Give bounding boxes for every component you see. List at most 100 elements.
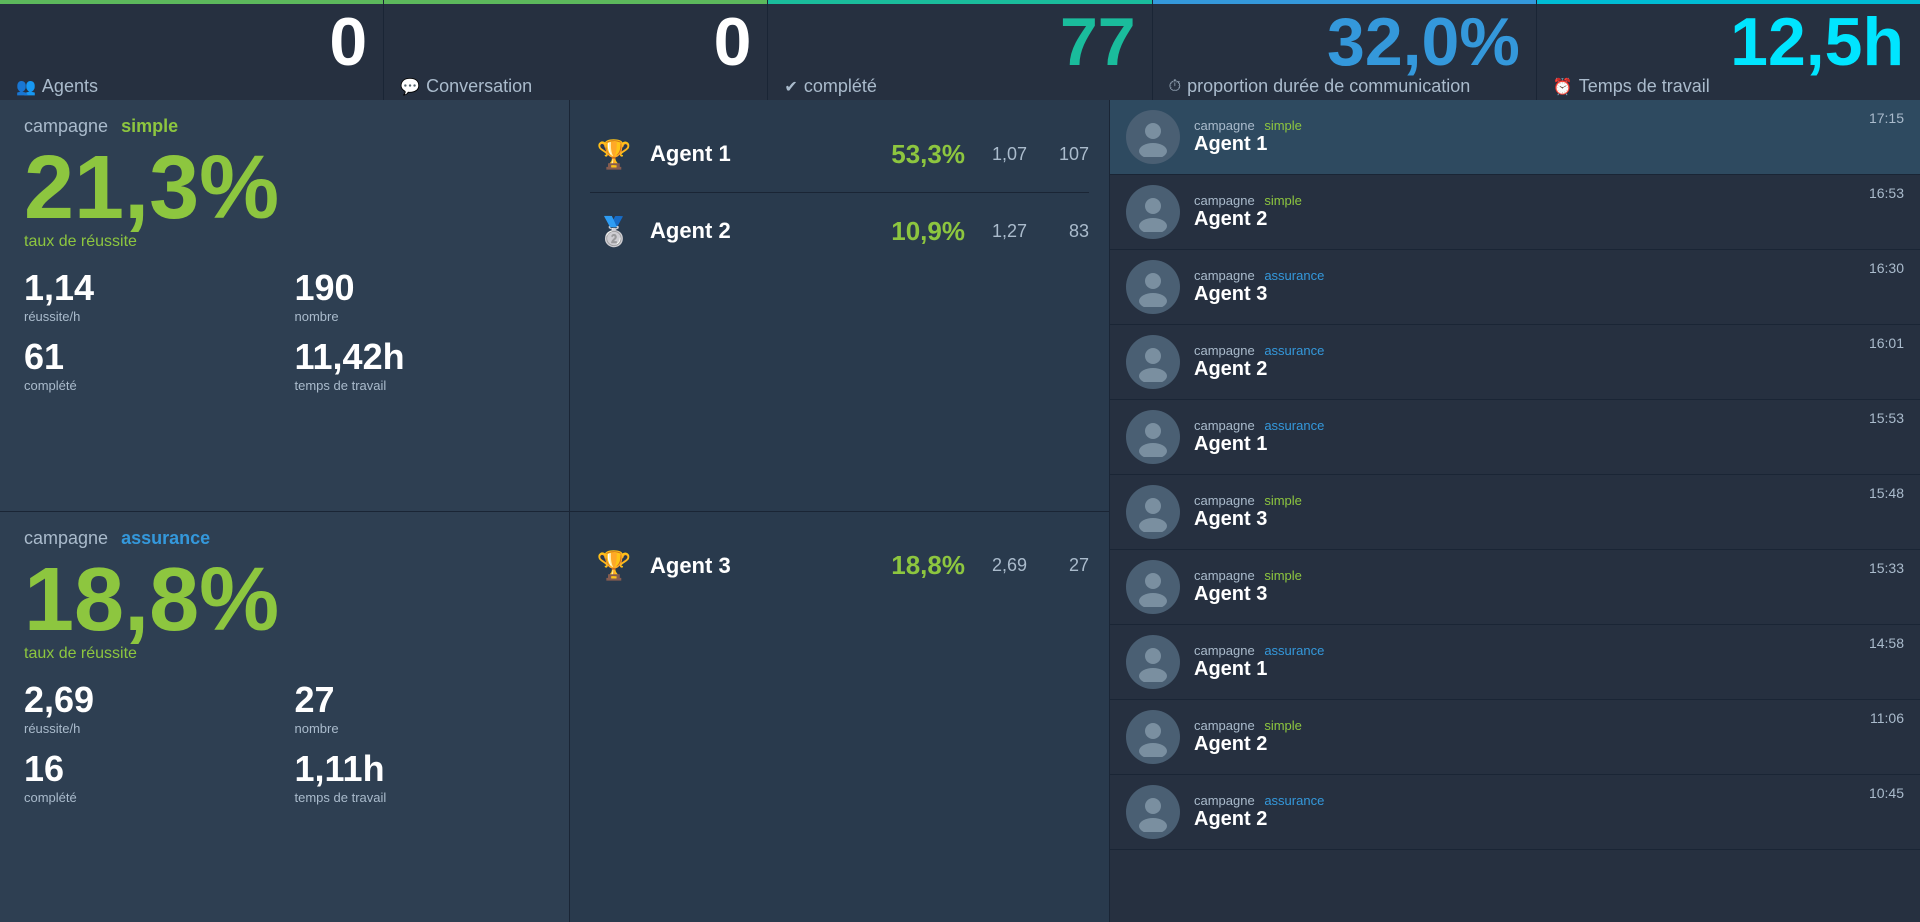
agent-row-simple-0: 🏆 Agent 1 53,3% 1,07 107 xyxy=(590,116,1089,193)
agent-stat1-simple-1: 1,27 xyxy=(977,221,1027,242)
avatar-svg-5 xyxy=(1133,492,1173,532)
header-cell-temps: 12,5h ⏰ Temps de travail xyxy=(1537,0,1920,100)
activity-item[interactable]: campagne assurance Agent 2 16:01 xyxy=(1110,325,1920,400)
activity-item[interactable]: campagne simple Agent 1 17:15 xyxy=(1110,100,1920,175)
campaign-stats-simple: 1,14 réussite/h 190 nombre 61 complété 1… xyxy=(24,267,545,393)
agent-pct-simple-0: 53,3% xyxy=(875,139,965,170)
activity-time-8: 11:06 xyxy=(1870,710,1904,726)
header-value-complete: 77 xyxy=(784,8,1135,76)
header-label-temps: ⏰ Temps de travail xyxy=(1553,76,1904,97)
activity-item[interactable]: campagne simple Agent 2 11:06 xyxy=(1110,700,1920,775)
header-cell-agents: 0 👥 Agents xyxy=(0,0,384,100)
agent-row-simple-1: 🥈 Agent 2 10,9% 1,27 83 xyxy=(590,193,1089,269)
header-icon-complete: ✔ xyxy=(784,77,797,97)
stat-label-assurance-0: réussite/h xyxy=(24,721,275,736)
avatar-7 xyxy=(1126,635,1180,689)
activity-item[interactable]: campagne assurance Agent 2 10:45 xyxy=(1110,775,1920,850)
activity-campaign-tag-8: simple xyxy=(1264,718,1302,733)
header-label-agents: 👥 Agents xyxy=(16,76,367,97)
stat-item-simple-0: 1,14 réussite/h xyxy=(24,267,275,324)
activity-item[interactable]: campagne assurance Agent 1 15:53 xyxy=(1110,400,1920,475)
activity-time-6: 15:33 xyxy=(1869,560,1904,576)
activity-info-4: campagne assurance Agent 1 xyxy=(1194,418,1904,456)
activity-info-3: campagne assurance Agent 2 xyxy=(1194,343,1904,381)
stat-item-assurance-1: 27 nombre xyxy=(295,679,546,736)
stat-value-simple-3: 11,42h xyxy=(295,336,546,378)
activity-item[interactable]: campagne simple Agent 3 15:48 xyxy=(1110,475,1920,550)
activity-agent-name-4: Agent 1 xyxy=(1194,433,1904,456)
header-icon-conversation: 💬 xyxy=(400,77,420,97)
bar-indicator-conversation xyxy=(384,0,767,4)
activity-campaign-tag-2: assurance xyxy=(1264,268,1324,283)
campaign-taux-label-simple: taux de réussite xyxy=(24,233,545,251)
bar-indicator-proportion xyxy=(1153,0,1536,4)
campaign-big-percent-simple: 21,3% xyxy=(24,143,545,233)
agent-stat2-simple-0: 107 xyxy=(1039,144,1089,165)
trophy-simple-0: 🏆 xyxy=(590,130,638,178)
activity-info-1: campagne simple Agent 2 xyxy=(1194,193,1904,231)
activity-campaign-4: campagne assurance xyxy=(1194,418,1904,433)
activity-item[interactable]: campagne assurance Agent 1 14:58 xyxy=(1110,625,1920,700)
activity-campaign-8: campagne simple xyxy=(1194,718,1904,733)
agents-panel: 🏆 Agent 1 53,3% 1,07 107 🥈 Agent 2 10,9%… xyxy=(570,100,1110,922)
activity-campaign-tag-7: assurance xyxy=(1264,643,1324,658)
activity-item[interactable]: campagne simple Agent 3 15:33 xyxy=(1110,550,1920,625)
agent-name-simple-0: Agent 1 xyxy=(650,141,863,167)
avatar-svg-4 xyxy=(1133,417,1173,457)
activity-item[interactable]: campagne simple Agent 2 16:53 xyxy=(1110,175,1920,250)
activity-agent-name-3: Agent 2 xyxy=(1194,358,1904,381)
trophy-simple-1: 🥈 xyxy=(590,207,638,255)
stat-item-simple-3: 11,42h temps de travail xyxy=(295,336,546,393)
activity-campaign-tag-1: simple xyxy=(1264,193,1302,208)
header-value-conversation: 0 xyxy=(400,8,751,76)
activity-time-9: 10:45 xyxy=(1869,785,1904,801)
stat-label-simple-0: réussite/h xyxy=(24,309,275,324)
activity-campaign-tag-4: assurance xyxy=(1264,418,1324,433)
stat-value-assurance-3: 1,11h xyxy=(295,748,546,790)
main-content: campagne simple 21,3% taux de réussite 1… xyxy=(0,100,1920,922)
bar-indicator-temps xyxy=(1537,0,1920,4)
activity-time-1: 16:53 xyxy=(1869,185,1904,201)
activity-time-4: 15:53 xyxy=(1869,410,1904,426)
activity-info-7: campagne assurance Agent 1 xyxy=(1194,643,1904,681)
avatar-4 xyxy=(1126,410,1180,464)
activity-campaign-tag-3: assurance xyxy=(1264,343,1324,358)
stat-label-simple-1: nombre xyxy=(295,309,546,324)
agent-name-assurance-0: Agent 3 xyxy=(650,553,863,579)
activity-campaign-tag-6: simple xyxy=(1264,568,1302,583)
avatar-1 xyxy=(1126,185,1180,239)
activity-time-5: 15:48 xyxy=(1869,485,1904,501)
activity-agent-name-2: Agent 3 xyxy=(1194,283,1904,306)
stat-item-simple-2: 61 complété xyxy=(24,336,275,393)
header-cell-conversation: 0 💬 Conversation xyxy=(384,0,768,100)
stat-value-assurance-0: 2,69 xyxy=(24,679,275,721)
activity-campaign-tag-9: assurance xyxy=(1264,793,1324,808)
header-icon-proportion: ⏱ xyxy=(1169,78,1181,96)
stat-label-simple-2: complété xyxy=(24,378,275,393)
header-label-conversation: 💬 Conversation xyxy=(400,76,751,97)
avatar-svg-0 xyxy=(1133,117,1173,157)
agent-name-simple-1: Agent 2 xyxy=(650,218,863,244)
activity-info-6: campagne simple Agent 3 xyxy=(1194,568,1904,606)
activity-time-2: 16:30 xyxy=(1869,260,1904,276)
header-label-text-complete: complété xyxy=(804,76,877,97)
activity-campaign-5: campagne simple xyxy=(1194,493,1904,508)
activity-item[interactable]: campagne assurance Agent 3 16:30 xyxy=(1110,250,1920,325)
header-value-agents: 0 xyxy=(16,8,367,76)
campaign-block-simple: campagne simple 21,3% taux de réussite 1… xyxy=(0,100,569,512)
avatar-svg-9 xyxy=(1133,792,1173,832)
avatar-svg-6 xyxy=(1133,567,1173,607)
activity-time-0: 17:15 xyxy=(1869,110,1904,126)
activity-campaign-9: campagne assurance xyxy=(1194,793,1904,808)
campaign-title-assurance: campagne assurance xyxy=(24,528,545,549)
stat-item-assurance-2: 16 complété xyxy=(24,748,275,805)
stat-label-assurance-3: temps de travail xyxy=(295,790,546,805)
campaigns-panel: campagne simple 21,3% taux de réussite 1… xyxy=(0,100,570,922)
activity-list: campagne simple Agent 1 17:15 campagne s… xyxy=(1110,100,1920,850)
activity-time-3: 16:01 xyxy=(1869,335,1904,351)
activity-info-8: campagne simple Agent 2 xyxy=(1194,718,1904,756)
avatar-svg-3 xyxy=(1133,342,1173,382)
header-label-text-agents: Agents xyxy=(42,76,98,97)
avatar-svg-2 xyxy=(1133,267,1173,307)
header-icon-temps: ⏰ xyxy=(1553,77,1573,97)
